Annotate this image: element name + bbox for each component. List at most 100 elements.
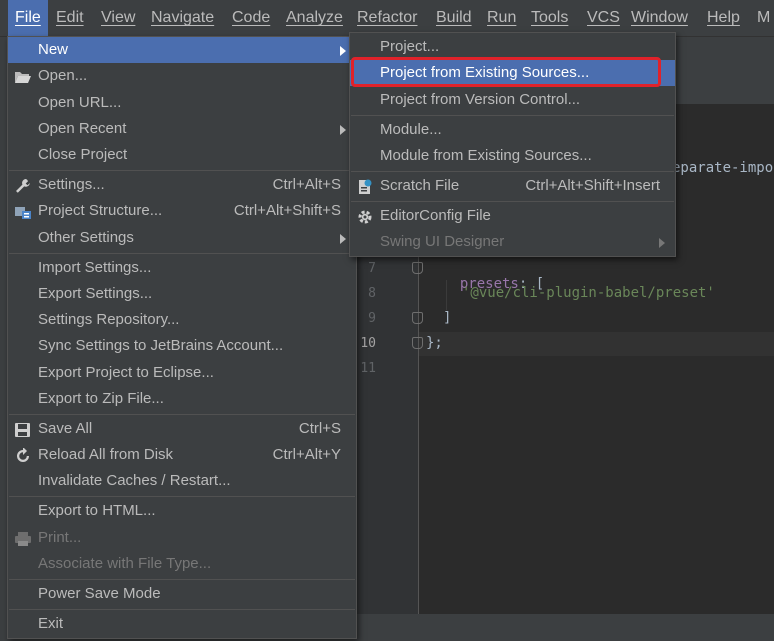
menu-item-label: Settings... (38, 176, 105, 193)
menu-help[interactable]: Help (707, 0, 740, 36)
project-structure-icon (14, 203, 32, 219)
menu-item-editorconfig-file[interactable]: EditorConfig File (350, 203, 675, 229)
menu-item-label: Settings Repository... (38, 311, 180, 328)
menu-window[interactable]: Window (631, 0, 688, 36)
printer-icon (14, 530, 32, 546)
wrench-icon (14, 177, 32, 193)
menu-item-settings[interactable]: Settings... Ctrl+Alt+S (8, 172, 356, 198)
submenu-arrow-icon (659, 238, 665, 248)
menu-item-export-settings[interactable]: Export Settings... (8, 281, 356, 307)
menu-item-label: Export to Zip File... (38, 390, 164, 407)
menu-item-power-save-mode[interactable]: Power Save Mode (8, 581, 356, 607)
menu-item-swing-ui-designer: Swing UI Designer (350, 229, 675, 255)
menu-item-label: Swing UI Designer (380, 233, 505, 250)
menu-item-label: Sync Settings to JetBrains Account... (38, 337, 284, 354)
menu-item-exit[interactable]: Exit (8, 611, 356, 637)
menu-run[interactable]: Run (487, 0, 516, 36)
menu-item-label: Open... (38, 67, 88, 84)
menu-item-module-from-existing-sources[interactable]: Module from Existing Sources... (350, 143, 675, 169)
menu-item-open-url[interactable]: Open URL... (8, 90, 356, 116)
menu-item-open[interactable]: Open... (8, 63, 356, 89)
menu-item-label: Reload All from Disk (38, 446, 174, 463)
menu-item-settings-repository[interactable]: Settings Repository... (8, 307, 356, 333)
menu-navigate[interactable]: Navigate (151, 0, 214, 36)
menu-tools[interactable]: Tools (531, 0, 568, 36)
menu-code[interactable]: Code (232, 0, 270, 36)
gear-icon (356, 208, 374, 224)
menu-item-export-html[interactable]: Export to HTML... (8, 498, 356, 524)
menu-separator (9, 609, 355, 610)
menu-separator (351, 201, 674, 202)
save-icon (14, 421, 32, 437)
menu-separator (9, 496, 355, 497)
menu-item-project-structure[interactable]: Project Structure... Ctrl+Alt+Shift+S (8, 198, 356, 224)
menu-item-other-settings[interactable]: Other Settings (8, 225, 356, 251)
menu-item-label: New (38, 41, 69, 58)
menu-item-save-all[interactable]: Save All Ctrl+S (8, 416, 356, 442)
menu-build[interactable]: Build (436, 0, 472, 36)
menu-edit[interactable]: Edit (56, 0, 84, 36)
menu-shortcut: Ctrl+S (298, 420, 341, 437)
menu-separator (9, 253, 355, 254)
menu-item-label: Export Settings... (38, 285, 153, 302)
menu-separator (9, 414, 355, 415)
menu-item-new[interactable]: New (8, 37, 356, 63)
menu-item-label: Import Settings... (38, 259, 152, 276)
menu-analyze[interactable]: Analyze (286, 0, 343, 36)
menu-item-label: Open Recent (38, 120, 127, 137)
menu-item-label: Project from Version Control... (380, 91, 581, 108)
menu-item-label: Scratch File (380, 177, 460, 194)
menu-item-label: Other Settings (38, 229, 134, 246)
code-line-8: '@vue/cli-plugin-babel/preset' (462, 285, 715, 301)
current-line-highlight (419, 332, 774, 356)
menu-separator (9, 579, 355, 580)
fold-marker-icon[interactable] (412, 262, 423, 274)
code-line-9: ] (443, 310, 452, 326)
menu-item-module[interactable]: Module... (350, 117, 675, 143)
menu-item-export-eclipse[interactable]: Export Project to Eclipse... (8, 360, 356, 386)
menu-item-label: EditorConfig File (380, 207, 491, 224)
highlight-annotation (351, 57, 661, 87)
menu-item-label: Print... (38, 529, 82, 546)
menu-item-label: Open URL... (38, 94, 122, 111)
code-line-10: }; (426, 335, 443, 351)
menu-item-label: Save All (38, 420, 93, 437)
menu-item-label: Power Save Mode (38, 585, 161, 602)
submenu-arrow-icon (340, 46, 346, 56)
menu-view[interactable]: View (101, 0, 135, 36)
menu-item-open-recent[interactable]: Open Recent (8, 116, 356, 142)
menu-item-label: Project Structure... (38, 202, 163, 219)
menu-item-reload[interactable]: Reload All from Disk Ctrl+Alt+Y (8, 442, 356, 468)
menu-item-invalidate-caches[interactable]: Invalidate Caches / Restart... (8, 468, 356, 494)
menu-item-label: Export to HTML... (38, 502, 156, 519)
folder-open-icon (14, 68, 32, 84)
submenu-arrow-icon (340, 234, 346, 244)
file-menu: New Open... Open URL... Open Recent Clos… (7, 36, 357, 639)
menu-item-label: Associate with File Type... (38, 555, 212, 572)
menu-item-label: Invalidate Caches / Restart... (38, 472, 231, 489)
menu-item-scratch-file[interactable]: Scratch File Ctrl+Alt+Shift+Insert (350, 173, 675, 199)
menu-separator (9, 170, 355, 171)
menu-shortcut: Ctrl+Alt+Y (272, 446, 341, 463)
menu-item-sync-settings[interactable]: Sync Settings to JetBrains Account... (8, 333, 356, 359)
menu-item-label: Export Project to Eclipse... (38, 364, 214, 381)
menu-item-project-from-vcs[interactable]: Project from Version Control... (350, 87, 675, 113)
menu-separator (351, 171, 674, 172)
menu-overflow-label: M (757, 9, 771, 26)
menu-item-label: Module from Existing Sources... (380, 147, 592, 164)
menu-vcs[interactable]: VCS (587, 0, 620, 36)
menu-item-label: Close Project (38, 146, 128, 163)
code-overflow-text: eparate-impo (672, 160, 774, 176)
menu-item-associate-file-type: Associate with File Type... (8, 551, 356, 577)
fold-marker-icon[interactable] (412, 337, 423, 349)
menu-refactor[interactable]: Refactor (357, 0, 417, 36)
menu-item-label: Module... (380, 121, 442, 138)
menu-item-export-zip[interactable]: Export to Zip File... (8, 386, 356, 412)
submenu-arrow-icon (340, 125, 346, 135)
menu-file[interactable]: File (8, 0, 48, 36)
menu-shortcut: Ctrl+Alt+Shift+S (233, 202, 341, 219)
menu-item-import-settings[interactable]: Import Settings... (8, 255, 356, 281)
menu-item-print: Print... (8, 525, 356, 551)
menu-item-close-project[interactable]: Close Project (8, 142, 356, 168)
fold-marker-icon[interactable] (412, 312, 423, 324)
